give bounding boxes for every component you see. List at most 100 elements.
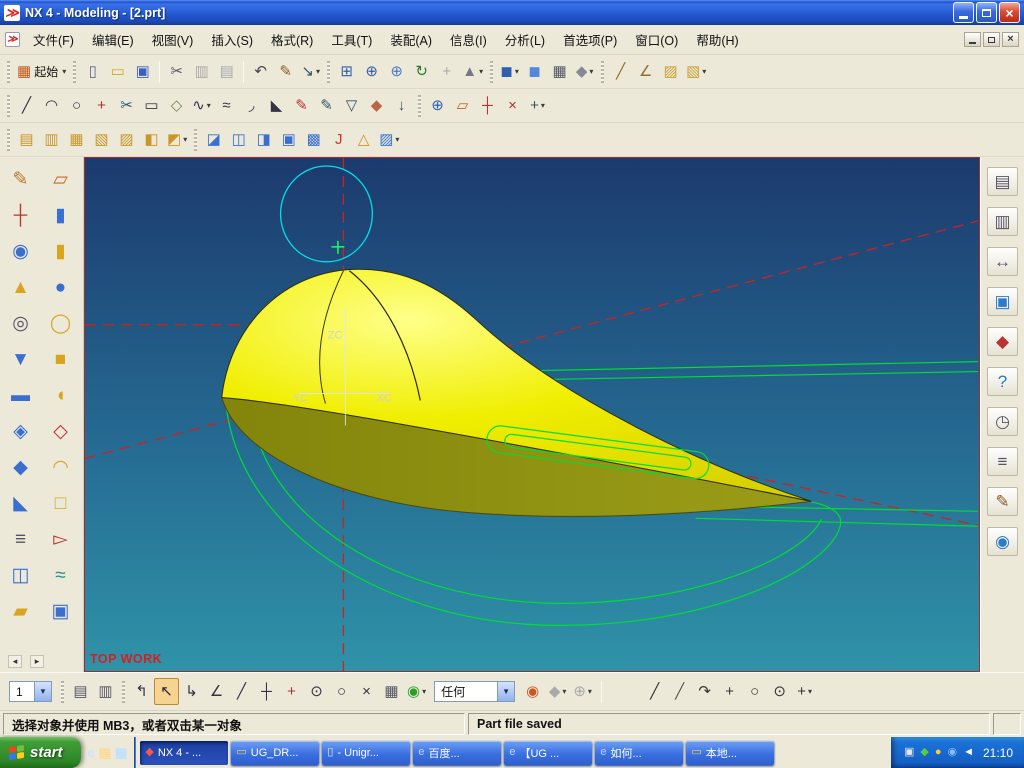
restore-button[interactable]	[976, 2, 997, 23]
snap-plus-button[interactable]: +	[717, 678, 742, 705]
mdi-close-button[interactable]: ×	[1002, 32, 1019, 47]
task-baidu[interactable]: e 百度...	[413, 740, 502, 765]
quick-trim-button[interactable]: ✂	[114, 92, 139, 119]
scroll-right-button[interactable]: ▸	[30, 655, 44, 668]
edit-curve-button[interactable]: ✎	[289, 92, 314, 119]
save-button[interactable]: ▣	[130, 58, 155, 85]
menu-help[interactable]: 帮助(H)	[687, 25, 747, 54]
groove-button[interactable]: ◖	[46, 381, 76, 409]
snap-mid-button[interactable]: ┼	[254, 678, 279, 705]
close-button[interactable]: ×	[999, 2, 1020, 23]
edge-blend-button[interactable]: ◠	[46, 453, 76, 481]
datum-plane-button[interactable]: ▱	[450, 92, 475, 119]
e-learning-button[interactable]: ◆	[987, 327, 1018, 356]
through-curves-button[interactable]: ▥	[39, 126, 64, 153]
offset-curve-button[interactable]: ≈	[214, 92, 239, 119]
revolve-button[interactable]: ◉	[6, 237, 36, 265]
arc-button[interactable]: ◠	[39, 92, 64, 119]
extrude-button[interactable]: ▮	[46, 201, 76, 229]
history-clock-button[interactable]: ◷	[987, 407, 1018, 436]
next-selection-button[interactable]: ↳	[179, 678, 204, 705]
antivirus-tray-icon[interactable]: ◆	[920, 747, 928, 758]
menu-view[interactable]: 视图(V)	[143, 25, 203, 54]
menu-format[interactable]: 格式(R)	[262, 25, 322, 54]
snap-angle-button[interactable]: ∠	[204, 678, 229, 705]
n-sided-surface-button[interactable]: ◩ ▾	[164, 126, 190, 153]
snap-point-button[interactable]: +	[279, 678, 304, 705]
wireframe-view-button[interactable]: ▦	[547, 58, 572, 85]
datum-plane-feature-button[interactable]: ▱	[46, 165, 76, 193]
sketch-button[interactable]: ✎	[6, 165, 36, 193]
graphics-window[interactable]: ZC YC XC TOP WORK	[84, 157, 980, 672]
menu-assemblies[interactable]: 装配(A)	[381, 25, 441, 54]
face-blend-button[interactable]: ◨	[251, 126, 276, 153]
zoom-button[interactable]: ⊕	[359, 58, 384, 85]
rotate-view-button[interactable]: ↻	[409, 58, 434, 85]
input-method-tray-icon[interactable]: ●	[935, 747, 942, 758]
display-mode-button[interactable]: ▣	[987, 287, 1018, 316]
show-desktop-button[interactable]: ▦	[115, 746, 127, 759]
scroll-left-button[interactable]: ◂	[8, 655, 22, 668]
layer-settings-button[interactable]: ▤	[68, 678, 93, 705]
mail-quicklaunch-button[interactable]: ▤	[99, 746, 111, 759]
zoom-in-button[interactable]: ⊕	[384, 58, 409, 85]
extension-button[interactable]: J	[326, 126, 351, 153]
offset-face-button[interactable]: ▰	[6, 597, 36, 625]
subtract-button[interactable]: ◇	[46, 417, 76, 445]
shell-button[interactable]: □	[46, 489, 76, 517]
trimmed-sheet-button[interactable]: ▩	[301, 126, 326, 153]
surface-analysis-button[interactable]: ▨	[658, 58, 683, 85]
snap-circle-center-button[interactable]: ⊙	[767, 678, 792, 705]
more-surface-button[interactable]: ▨ ▾	[376, 126, 402, 153]
download-tray-icon[interactable]: ◉	[947, 747, 957, 758]
pan-button[interactable]: +	[434, 58, 459, 85]
task-ug-page[interactable]: e 【UG ...	[504, 740, 593, 765]
split-body-button[interactable]: ◫	[6, 561, 36, 589]
instance-feature-button[interactable]: ▣	[46, 597, 76, 625]
rectangle-button[interactable]: ▭	[139, 92, 164, 119]
bridge-surface-button[interactable]: ◧	[139, 126, 164, 153]
tile-layout-button[interactable]: ▤	[987, 167, 1018, 196]
select-arrow-button[interactable]: ↖	[154, 678, 179, 705]
color-palette-button[interactable]: ◉	[520, 678, 545, 705]
cylinder-button[interactable]: ▮	[46, 237, 76, 265]
snap-circle-button[interactable]: ○	[742, 678, 767, 705]
update-tray-icon[interactable]: ▣	[904, 747, 914, 758]
menu-analysis[interactable]: 分析(L)	[496, 25, 554, 54]
through-curve-mesh-button[interactable]: ▦	[64, 126, 89, 153]
chamfer-button[interactable]: ◣	[264, 92, 289, 119]
previous-selection-button[interactable]: ↰	[129, 678, 154, 705]
roles-button[interactable]: ◉	[987, 527, 1018, 556]
snap-arc-button[interactable]: ↷	[692, 678, 717, 705]
sew-button[interactable]: ≈	[46, 561, 76, 589]
open-file-button[interactable]: ▭	[105, 58, 130, 85]
arrow-button[interactable]: ↓	[389, 92, 414, 119]
dimension-style-button[interactable]: ↔	[987, 247, 1018, 276]
menu-window[interactable]: 窗口(O)	[626, 25, 687, 54]
fillet-button[interactable]: ◞	[239, 92, 264, 119]
law-extension-button[interactable]: △	[351, 126, 376, 153]
zoom-curve-button[interactable]: ⊕	[425, 92, 450, 119]
datum-csys-button[interactable]: ┼	[6, 201, 36, 229]
ruled-surface-button[interactable]: ▤	[14, 126, 39, 153]
menu-information[interactable]: 信息(I)	[441, 25, 496, 54]
snap-end-button[interactable]: ╱	[229, 678, 254, 705]
mdi-minimize-button[interactable]	[964, 32, 981, 47]
profile-button[interactable]: ◇	[164, 92, 189, 119]
measure-angle-button[interactable]: ∠	[633, 58, 658, 85]
redlining-button[interactable]: ✎	[273, 58, 298, 85]
menu-insert[interactable]: 插入(S)	[202, 25, 262, 54]
help-button[interactable]: ?	[987, 367, 1018, 396]
pad-button[interactable]: ■	[46, 345, 76, 373]
rendering-style-button[interactable]: ◆ ▾	[572, 58, 597, 85]
paste-button[interactable]: ▤	[214, 58, 239, 85]
task-how-to[interactable]: e 如何...	[595, 740, 684, 765]
swept-surface-button[interactable]: ▧	[89, 126, 114, 153]
project-curve-button[interactable]: ▽	[339, 92, 364, 119]
insert-sketch-button[interactable]: + ▾	[525, 92, 550, 119]
intersect-button[interactable]: ◆	[6, 453, 36, 481]
information-window-button[interactable]: ≡	[987, 447, 1018, 476]
task-ug-dr-folder[interactable]: ▭ UG_DR...	[231, 740, 320, 765]
start-button[interactable]: start	[0, 737, 81, 768]
hole-button[interactable]: ◎	[6, 309, 36, 337]
